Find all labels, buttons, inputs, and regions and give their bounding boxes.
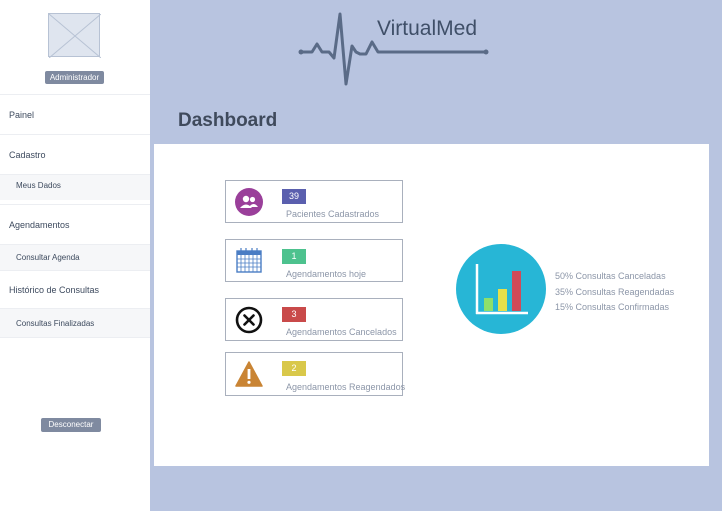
sidebar-item-label: Meus Dados [16, 181, 61, 190]
sidebar-item-historico[interactable]: Histórico de Consultas [0, 270, 150, 308]
avatar-image [48, 13, 102, 59]
legend-confirmed: 15% Consultas Confirmadas [555, 302, 670, 312]
sidebar-item-cadastro[interactable]: Cadastro [0, 134, 150, 174]
patients-label: Pacientes Cadastrados [286, 209, 380, 219]
stat-card-cancelled[interactable]: 3 Agendamentos Cancelados [225, 298, 403, 341]
rescheduled-label: Agendamentos Reagendados [286, 382, 406, 392]
sidebar-item-meus-dados[interactable]: Meus Dados [0, 174, 150, 200]
sidebar-item-consultas-finalizadas[interactable]: Consultas Finalizadas [0, 308, 150, 338]
sidebar-item-consultar-agenda[interactable]: Consultar Agenda [0, 244, 150, 270]
sidebar-item-label: Cadastro [9, 150, 46, 160]
cancelled-count-badge: 3 [282, 307, 306, 322]
sidebar-item-label: Painel [9, 110, 35, 120]
page-title: Dashboard [178, 110, 278, 131]
stat-card-today[interactable]: 1 Agendamentos hoje [225, 239, 403, 282]
sidebar: Administrador Painel Cadastro Meus Dados… [0, 0, 150, 511]
legend-cancelled: 50% Consultas Canceladas [555, 271, 666, 281]
bar-chart-icon [456, 244, 546, 334]
cancelled-label: Agendamentos Cancelados [286, 327, 397, 337]
sidebar-item-label: Consultar Agenda [16, 253, 80, 262]
calendar-icon [234, 246, 264, 276]
sidebar-item-label: Agendamentos [9, 220, 70, 230]
brand-title: VirtualMed [377, 17, 477, 40]
legend-rescheduled: 35% Consultas Reagendadas [555, 287, 675, 297]
users-icon [234, 187, 264, 217]
rescheduled-count-badge: 2 [282, 361, 306, 376]
role-badge: Administrador [45, 71, 104, 84]
sidebar-item-agendamentos[interactable]: Agendamentos [0, 204, 150, 244]
cancel-circle-icon [234, 305, 264, 335]
stat-card-patients[interactable]: 39 Pacientes Cadastrados [225, 180, 403, 223]
logout-button[interactable]: Desconectar [41, 418, 101, 432]
today-count-badge: 1 [282, 249, 306, 264]
sidebar-item-painel[interactable]: Painel [0, 94, 150, 134]
stat-card-rescheduled[interactable]: 2 Agendamentos Reagendados [225, 352, 406, 396]
patients-count-badge: 39 [282, 189, 306, 204]
today-label: Agendamentos hoje [286, 269, 367, 279]
warning-icon [234, 359, 264, 389]
sidebar-item-label: Consultas Finalizadas [16, 319, 95, 328]
sidebar-item-label: Histórico de Consultas [9, 285, 100, 295]
